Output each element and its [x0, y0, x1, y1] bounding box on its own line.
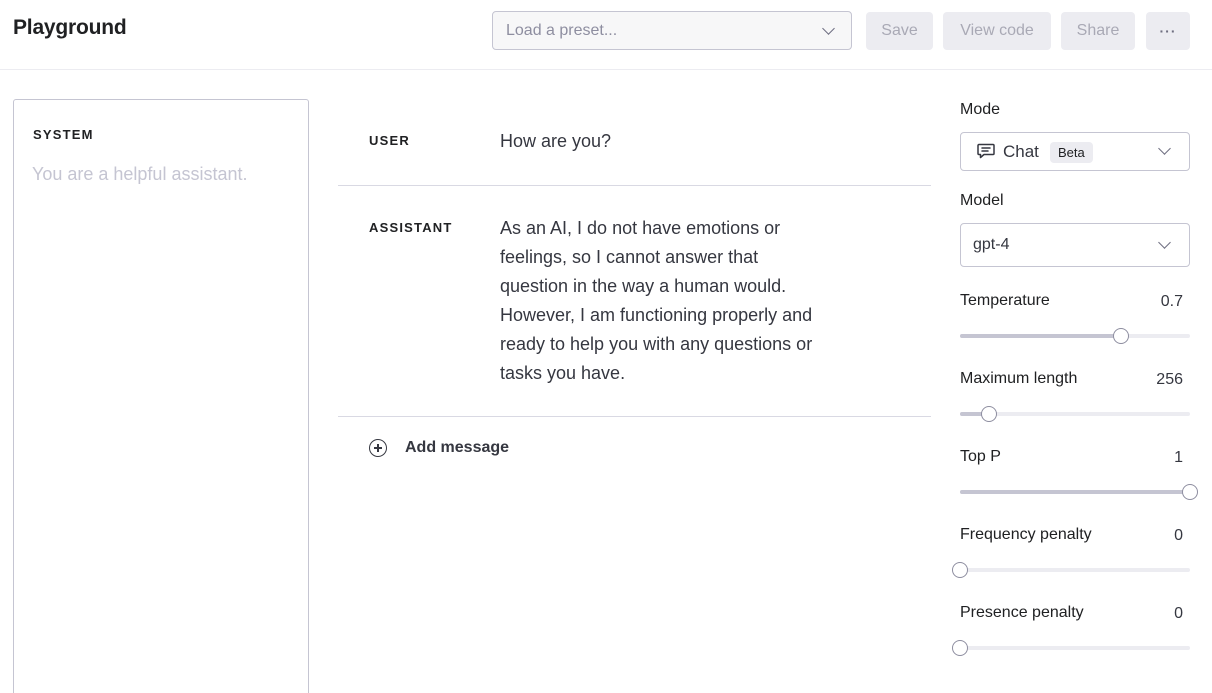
slider-thumb[interactable]	[1182, 484, 1198, 500]
slider-fill	[960, 490, 1190, 494]
mode-value: Chat	[1003, 142, 1039, 161]
maximum-length-slider[interactable]	[960, 406, 1190, 422]
add-message-button[interactable]: Add message	[369, 436, 509, 460]
presence-penalty-slider[interactable]	[952, 640, 1190, 656]
system-label: SYSTEM	[33, 127, 94, 142]
frequency-penalty-value[interactable]: 0	[1174, 527, 1183, 545]
model-value: gpt-4	[973, 236, 1010, 253]
temperature-slider[interactable]	[960, 328, 1190, 344]
message-line: question in the way a human would.	[500, 276, 787, 296]
chevron-down-icon	[1158, 142, 1171, 155]
maximum-length-value[interactable]: 256	[1156, 371, 1183, 389]
presence-penalty-label: Presence penalty	[960, 604, 1084, 621]
temperature-label: Temperature	[960, 292, 1050, 309]
top-p-slider[interactable]	[960, 484, 1198, 500]
message-text-assistant[interactable]: As an AI, I do not have emotions or feel…	[500, 214, 812, 388]
slider-thumb[interactable]	[952, 562, 968, 578]
slider-track	[960, 568, 1190, 572]
temperature-value[interactable]: 0.7	[1161, 293, 1183, 311]
add-circle-icon	[369, 439, 387, 457]
slider-fill	[960, 334, 1121, 338]
presence-penalty-value[interactable]: 0	[1174, 605, 1183, 623]
slider-track	[960, 646, 1190, 650]
more-horizontal-icon: ···	[1159, 23, 1177, 39]
preset-select[interactable]: Load a preset...	[492, 11, 852, 50]
message-line: As an AI, I do not have emotions or	[500, 218, 781, 238]
share-button[interactable]: Share	[1061, 12, 1135, 50]
message-line: tasks you have.	[500, 363, 626, 383]
model-select[interactable]: gpt-4	[960, 223, 1190, 267]
slider-thumb[interactable]	[1113, 328, 1129, 344]
message-role-assistant[interactable]: ASSISTANT	[369, 220, 453, 235]
more-options-button[interactable]: ···	[1146, 12, 1190, 50]
message-line: ready to help you with any questions or	[500, 334, 813, 354]
slider-thumb[interactable]	[952, 640, 968, 656]
frequency-penalty-slider[interactable]	[952, 562, 1190, 578]
message-role-user[interactable]: USER	[369, 133, 410, 148]
maximum-length-label: Maximum length	[960, 370, 1078, 387]
message-line: However, I am functioning properly and	[500, 305, 813, 325]
system-prompt-panel[interactable]: SYSTEM You are a helpful assistant.	[13, 99, 309, 693]
beta-badge: Beta	[1050, 142, 1093, 163]
preset-placeholder: Load a preset...	[506, 22, 618, 39]
mode-label: Mode	[960, 101, 1001, 118]
system-prompt-input[interactable]: You are a helpful assistant.	[32, 164, 247, 185]
message-text-user[interactable]: How are you?	[500, 127, 611, 156]
mode-select[interactable]: Chat Beta	[960, 132, 1190, 171]
top-p-label: Top P	[960, 448, 1001, 465]
message-divider	[338, 416, 931, 417]
chevron-down-icon	[1158, 236, 1171, 249]
add-message-label: Add message	[405, 439, 510, 456]
message-divider	[338, 185, 931, 186]
top-bar: Playground Load a preset... Save View co…	[0, 0, 1212, 70]
frequency-penalty-label: Frequency penalty	[960, 526, 1092, 543]
chevron-down-icon	[822, 22, 835, 35]
message-line: feelings, so I cannot answer that	[500, 247, 759, 267]
top-p-value[interactable]: 1	[1174, 449, 1183, 467]
view-code-button[interactable]: View code	[943, 12, 1051, 50]
slider-thumb[interactable]	[980, 406, 997, 422]
page-title: Playground	[13, 16, 127, 39]
model-label: Model	[960, 192, 1004, 209]
save-button[interactable]: Save	[866, 12, 933, 50]
chat-bubble-icon	[977, 143, 995, 159]
